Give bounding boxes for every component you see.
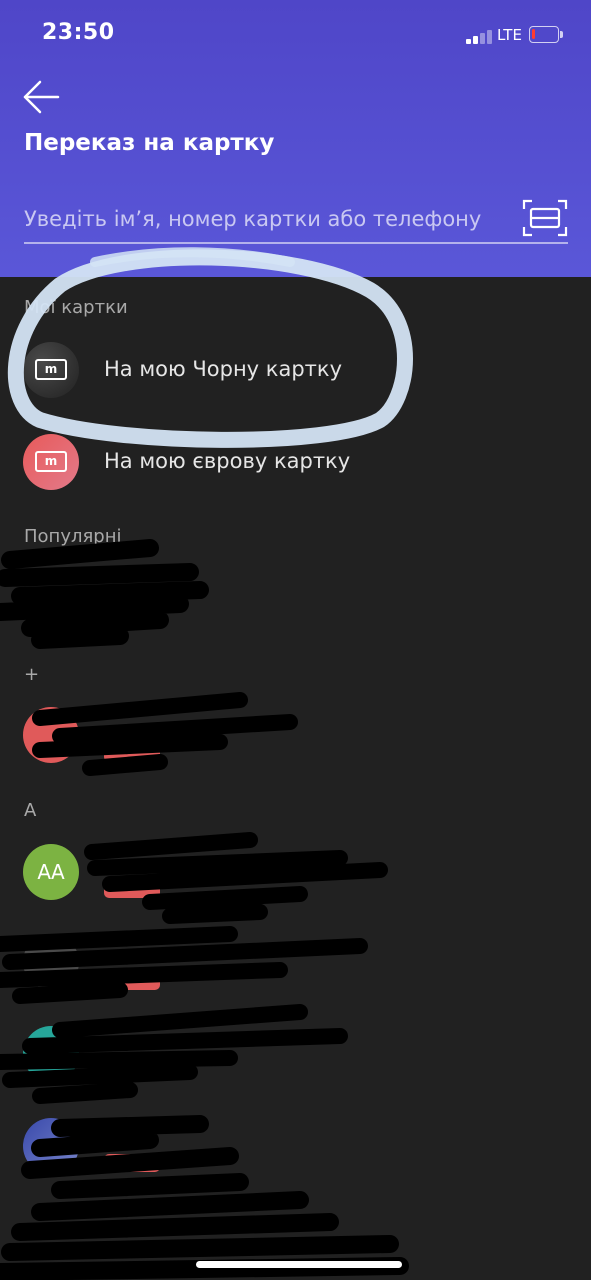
network-type: LTE bbox=[497, 26, 522, 44]
my-card-black[interactable]: m На мою Чорну картку bbox=[0, 330, 591, 410]
scan-card-button[interactable] bbox=[522, 198, 568, 238]
monobank-card-icon: m bbox=[23, 434, 79, 490]
search-field[interactable] bbox=[24, 196, 568, 244]
mono-logo: m bbox=[35, 451, 67, 472]
contact-avatar[interactable] bbox=[23, 934, 79, 990]
battery-level bbox=[532, 29, 535, 39]
contact-avatar[interactable] bbox=[23, 1026, 79, 1082]
battery-icon bbox=[529, 26, 559, 43]
contact-avatar[interactable] bbox=[23, 1118, 79, 1174]
mono-badge bbox=[104, 744, 160, 762]
section-popular: Популярні bbox=[24, 526, 122, 547]
battery-tip bbox=[560, 31, 563, 38]
monobank-card-icon: m bbox=[23, 342, 79, 398]
my-card-euro-label: На мою єврову картку bbox=[104, 449, 351, 473]
my-card-black-label: На мою Чорну картку bbox=[104, 357, 343, 381]
mono-badge bbox=[104, 972, 160, 990]
signal-icon bbox=[466, 28, 496, 44]
home-indicator bbox=[196, 1261, 402, 1268]
transfer-to-card-screen: 23:50 LTE Переказ на картку Мої картки bbox=[0, 0, 591, 1280]
group-letter-plus: + bbox=[24, 664, 40, 685]
contact-avatar[interactable] bbox=[23, 707, 79, 763]
section-my-cards: Мої картки bbox=[24, 297, 128, 318]
mono-logo: m bbox=[35, 359, 67, 380]
arrow-left-icon bbox=[23, 80, 60, 114]
mono-badge bbox=[104, 1154, 160, 1172]
status-time: 23:50 bbox=[42, 20, 115, 45]
card-scan-icon bbox=[522, 199, 568, 237]
avatar-initials: АА bbox=[37, 860, 65, 884]
my-card-euro[interactable]: m На мою єврову картку bbox=[0, 422, 591, 502]
back-button[interactable] bbox=[20, 78, 64, 116]
contact-avatar[interactable]: АА bbox=[23, 844, 79, 900]
page-title: Переказ на картку bbox=[24, 130, 275, 156]
mono-badge bbox=[104, 880, 160, 898]
mono-badge bbox=[104, 1062, 160, 1080]
search-input[interactable] bbox=[24, 200, 514, 238]
group-letter-a: А bbox=[24, 800, 37, 821]
